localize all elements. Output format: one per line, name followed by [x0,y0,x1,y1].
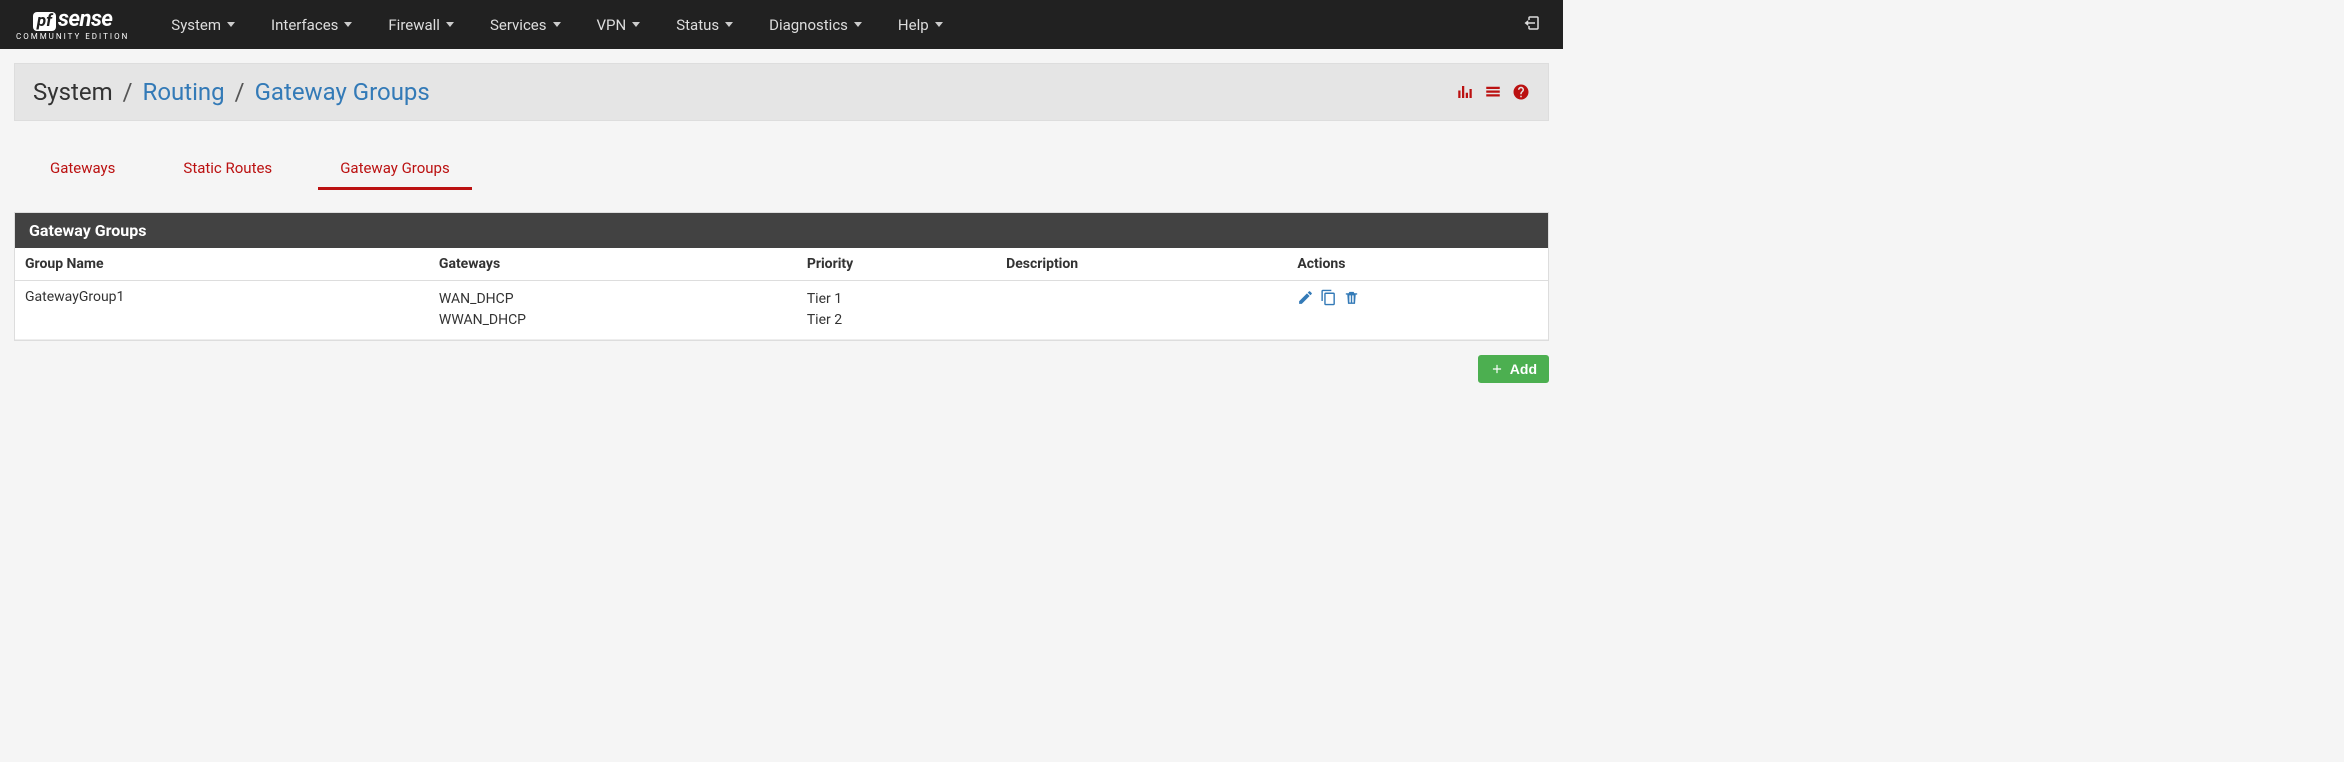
nav-label: Firewall [388,16,440,34]
breadcrumb-icons [1456,83,1530,101]
add-row: Add [14,341,1549,383]
nav-diagnostics[interactable]: Diagnostics [751,0,880,49]
nav-system[interactable]: System [153,0,253,49]
logo-sense: sense [58,9,112,31]
nav-label: Status [676,16,719,34]
tab-label: Gateway Groups [340,159,450,177]
cell-description [996,281,1287,340]
caret-down-icon [632,22,640,27]
nav-status[interactable]: Status [658,0,751,49]
col-priority: Priority [797,248,996,281]
tabs: Gateways Static Routes Gateway Groups [14,149,1549,190]
col-group-name: Group Name [15,248,429,281]
gateway-groups-table: Group Name Gateways Priority Description… [15,248,1548,340]
nav-interfaces[interactable]: Interfaces [253,0,370,49]
priority-entry: Tier 1 [807,289,986,310]
nav-vpn[interactable]: VPN [579,0,659,49]
breadcrumb-routing[interactable]: Routing [143,78,225,106]
col-description: Description [996,248,1287,281]
gateway-entry: WAN_DHCP [439,289,787,310]
priority-entry: Tier 2 [807,310,986,331]
breadcrumb: System / Routing / Gateway Groups [33,78,430,106]
panel-gateway-groups: Gateway Groups Group Name Gateways Prior… [14,212,1549,341]
logout-icon[interactable] [1517,14,1547,36]
trash-icon[interactable] [1343,289,1360,306]
cell-gateways: WAN_DHCP WWAN_DHCP [429,281,797,340]
list-icon[interactable] [1484,83,1502,101]
tab-gateway-groups[interactable]: Gateway Groups [318,149,472,190]
caret-down-icon [725,22,733,27]
nav-label: Diagnostics [769,16,848,34]
logo-pf: pf [33,12,56,31]
top-navbar: pf sense COMMUNITY EDITION System Interf… [0,0,1563,49]
cell-group-name: GatewayGroup1 [15,281,429,340]
logo-main: pf sense [33,9,113,31]
breadcrumb-sep: / [235,78,245,106]
cell-actions [1287,281,1548,340]
col-gateways: Gateways [429,248,797,281]
nav-label: Services [490,16,547,34]
tab-label: Gateways [50,159,115,177]
tab-label: Static Routes [183,159,272,177]
add-button-label: Add [1510,361,1537,377]
breadcrumb-root[interactable]: System [33,78,113,106]
logo-edition: COMMUNITY EDITION [16,33,129,41]
gateway-entry: WWAN_DHCP [439,310,787,331]
caret-down-icon [446,22,454,27]
nav-help[interactable]: Help [880,0,961,49]
breadcrumb-sep: / [123,78,133,106]
help-icon[interactable] [1512,83,1530,101]
caret-down-icon [227,22,235,27]
col-actions: Actions [1287,248,1548,281]
nav-label: Interfaces [271,16,338,34]
bar-chart-icon[interactable] [1456,83,1474,101]
table-header-row: Group Name Gateways Priority Description… [15,248,1548,281]
caret-down-icon [935,22,943,27]
table-row[interactable]: GatewayGroup1 WAN_DHCP WWAN_DHCP Tier 1 … [15,281,1548,340]
plus-icon [1490,362,1504,376]
nav-firewall[interactable]: Firewall [370,0,472,49]
nav-label: Help [898,16,929,34]
breadcrumb-gateway-groups[interactable]: Gateway Groups [255,78,430,106]
cell-priority: Tier 1 Tier 2 [797,281,996,340]
edit-icon[interactable] [1297,289,1314,306]
breadcrumb-bar: System / Routing / Gateway Groups [14,63,1549,121]
nav-label: VPN [597,16,627,34]
copy-icon[interactable] [1320,289,1337,306]
caret-down-icon [553,22,561,27]
nav-items: System Interfaces Firewall Services VPN … [153,0,960,49]
nav-label: System [171,16,221,34]
panel-heading: Gateway Groups [15,213,1548,248]
add-button[interactable]: Add [1478,355,1549,383]
tab-static-routes[interactable]: Static Routes [161,149,294,190]
nav-services[interactable]: Services [472,0,579,49]
caret-down-icon [854,22,862,27]
content: System / Routing / Gateway Groups Gatewa… [0,49,1563,397]
logo[interactable]: pf sense COMMUNITY EDITION [16,9,129,41]
tab-gateways[interactable]: Gateways [28,149,137,190]
caret-down-icon [344,22,352,27]
